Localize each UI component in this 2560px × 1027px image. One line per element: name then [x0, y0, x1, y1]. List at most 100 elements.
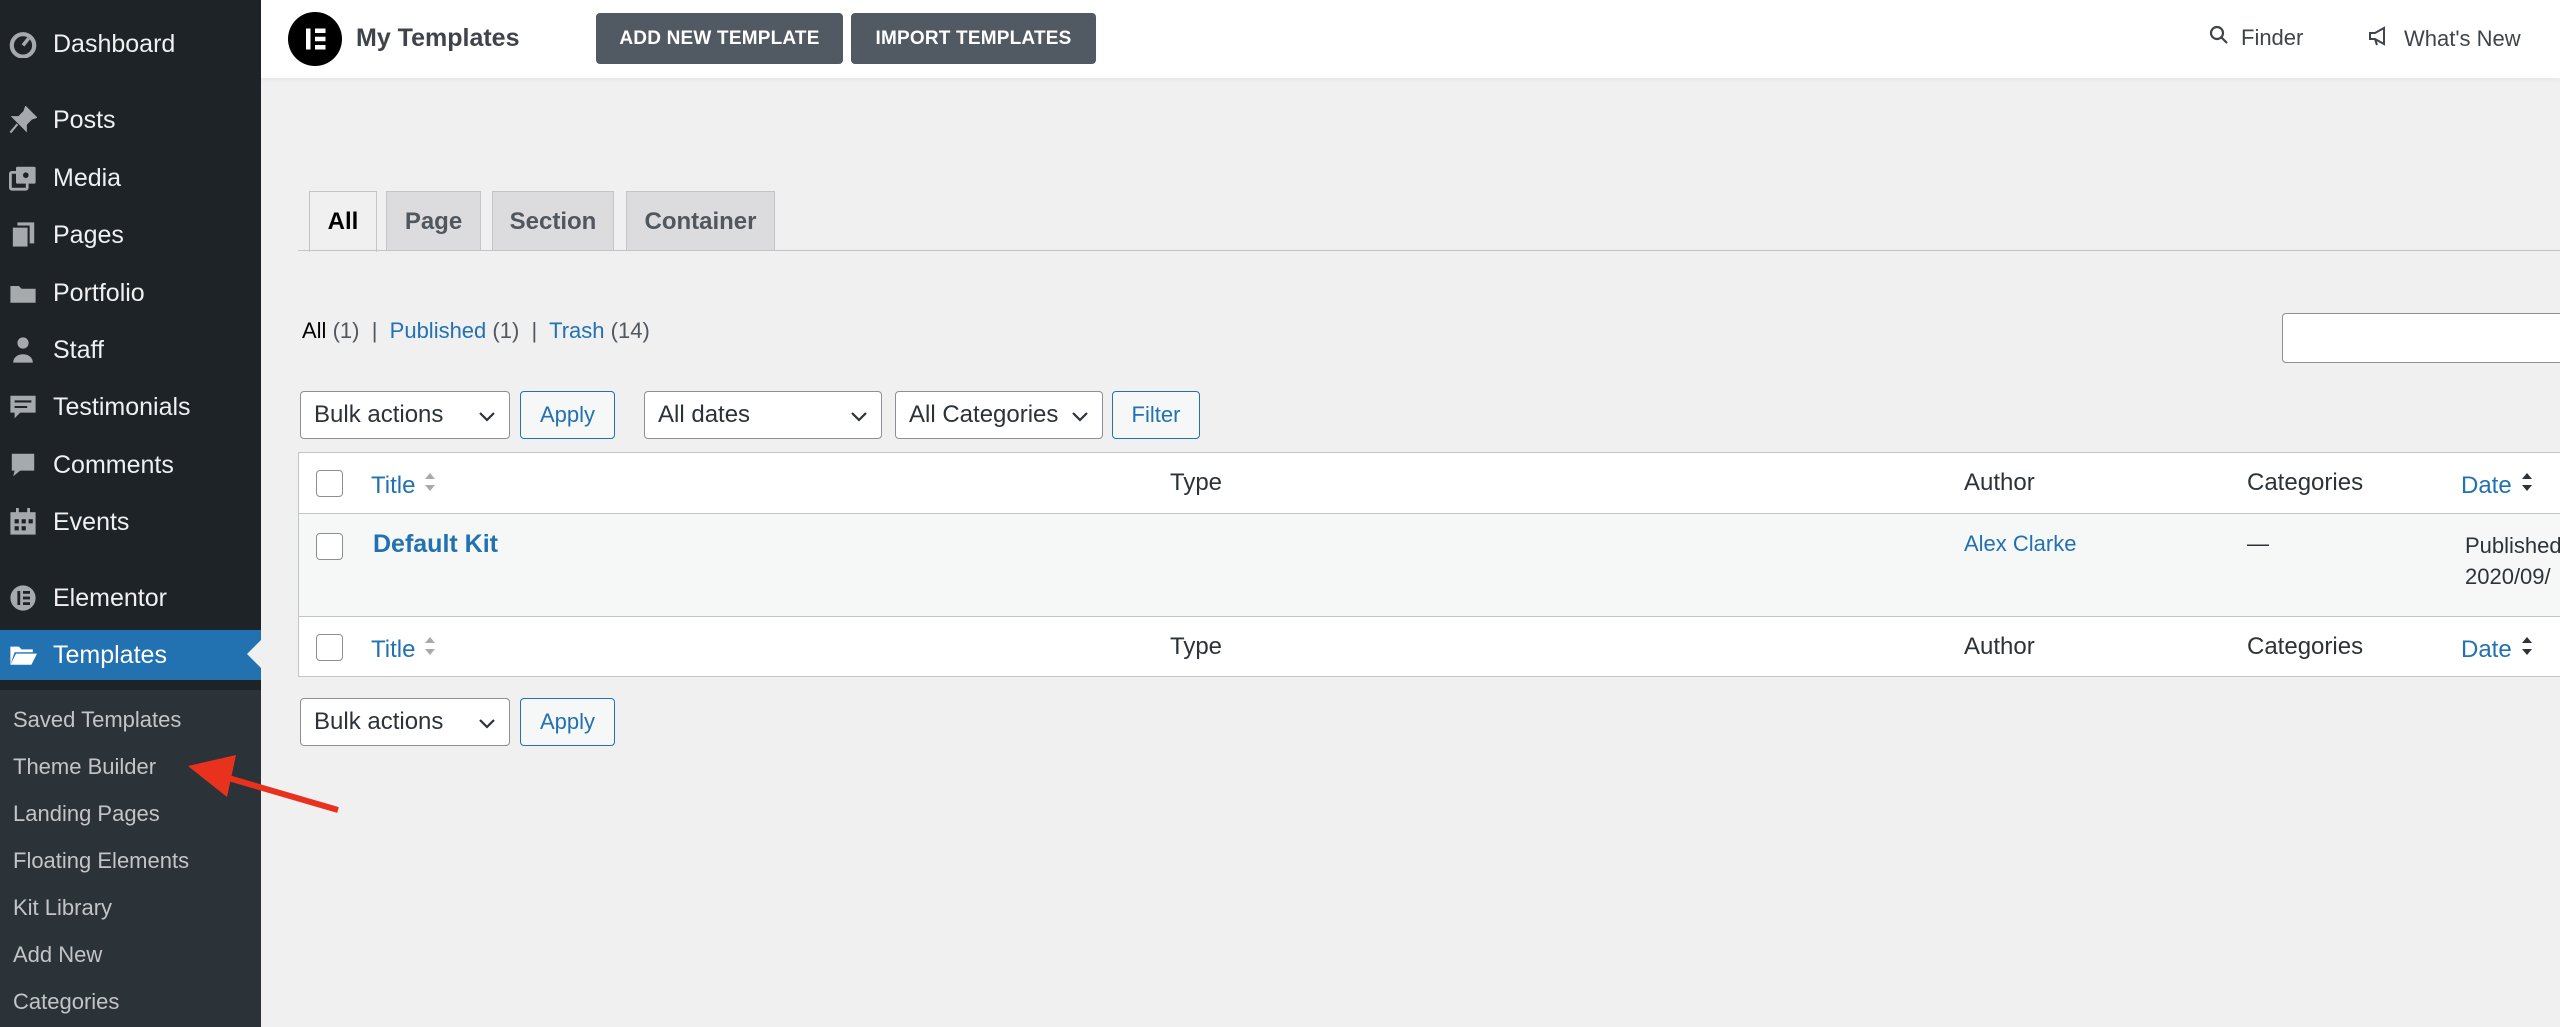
chevron-down-icon [477, 712, 497, 740]
column-date-sort[interactable]: Date [2461, 469, 2534, 502]
folder-icon [8, 278, 38, 308]
tab-page[interactable]: Page [386, 191, 481, 251]
row-date-value: 2020/09/ [2465, 564, 2551, 589]
row-categories: — [2247, 531, 2269, 556]
bulk-actions-value: Bulk actions [314, 708, 444, 735]
tab-container[interactable]: Container [626, 191, 775, 251]
bulk-actions-select-bottom[interactable]: Bulk actions [300, 698, 510, 746]
filter-button[interactable]: Filter [1112, 391, 1200, 439]
comment-icon [8, 450, 38, 480]
column-categories: Categories [2247, 469, 2364, 496]
search-input[interactable] [2282, 313, 2560, 363]
row-title-link[interactable]: Default Kit [373, 530, 498, 559]
chevron-down-icon [1070, 405, 1090, 433]
status-all-link[interactable]: All [302, 318, 326, 343]
sidebar-item-label: Media [53, 163, 122, 192]
status-filter-links: All (1) | Published (1) | Trash (14) [302, 318, 650, 344]
sidebar-item-label: Posts [53, 105, 116, 134]
sidebar-item-label: Templates [53, 640, 167, 669]
categories-value: All Categories [909, 401, 1059, 428]
submenu-theme-builder[interactable]: Theme Builder [13, 754, 156, 780]
sidebar-item-staff[interactable]: Staff [0, 325, 261, 375]
apply-button-bottom[interactable]: Apply [520, 698, 615, 746]
sidebar-item-posts[interactable]: Posts [0, 95, 261, 145]
table-header: Title Type Author Categories Date [299, 453, 2560, 514]
submenu-landing-pages[interactable]: Landing Pages [13, 801, 160, 827]
status-trash-link[interactable]: Trash [549, 318, 604, 343]
tab-divider [298, 250, 2560, 251]
categories-select[interactable]: All Categories [895, 391, 1103, 439]
sidebar-item-label: Events [53, 507, 130, 536]
sidebar-item-label: Pages [53, 220, 124, 249]
testimonial-icon [8, 392, 38, 422]
submenu-saved-templates[interactable]: Saved Templates [13, 707, 181, 733]
sidebar-item-elementor[interactable]: Elementor [0, 573, 261, 623]
tab-all[interactable]: All [309, 191, 377, 252]
status-trash-count: (14) [610, 318, 650, 343]
sort-icon [423, 469, 437, 502]
dates-value: All dates [658, 401, 751, 428]
templates-table: Title Type Author Categories Date Defaul… [298, 452, 2560, 677]
row-date: Published 2020/09/ [2465, 530, 2560, 592]
column-author: Author [1964, 633, 2035, 660]
sidebar-item-templates[interactable]: Templates [0, 630, 261, 680]
column-categories: Categories [2247, 633, 2364, 660]
column-date-label: Date [2461, 635, 2512, 663]
calendar-icon [8, 507, 38, 537]
column-author: Author [1964, 469, 2035, 496]
finder-button[interactable]: Finder [2209, 25, 2303, 51]
megaphone-icon [2368, 25, 2392, 53]
select-all-checkbox[interactable] [316, 470, 343, 497]
sidebar-item-dashboard[interactable]: Dashboard [0, 19, 261, 69]
row-author-link[interactable]: Alex Clarke [1964, 531, 2076, 557]
table-row: Default Kit Alex Clarke — Published 2020… [299, 514, 2560, 616]
status-separator: | [371, 318, 378, 343]
elementor-icon [8, 583, 38, 613]
sort-desc-icon [2520, 633, 2534, 666]
import-templates-button[interactable]: IMPORT TEMPLATES [851, 13, 1096, 64]
sidebar-item-pages[interactable]: Pages [0, 210, 261, 260]
dates-select[interactable]: All dates [644, 391, 882, 439]
bulk-actions-select[interactable]: Bulk actions [300, 391, 510, 439]
tab-section[interactable]: Section [492, 191, 614, 251]
sidebar-item-media[interactable]: Media [0, 153, 261, 203]
sort-icon [423, 633, 437, 666]
submenu-categories[interactable]: Categories [13, 989, 119, 1015]
sidebar-item-label: Dashboard [53, 29, 176, 58]
sidebar-item-comments[interactable]: Comments [0, 440, 261, 490]
status-published-link[interactable]: Published [390, 318, 487, 343]
status-separator: | [531, 318, 538, 343]
whats-new-button[interactable]: What's New [2368, 25, 2521, 53]
column-title-sort[interactable]: Title [371, 469, 437, 502]
sidebar-item-label: Testimonials [53, 392, 191, 421]
row-checkbox[interactable] [316, 533, 343, 560]
finder-label: Finder [2241, 25, 2304, 50]
row-date-status: Published [2465, 533, 2560, 558]
submenu-floating-elements[interactable]: Floating Elements [13, 848, 189, 874]
column-title-label: Title [371, 635, 416, 663]
admin-sidebar: Dashboard Posts Media Pages Portfolio St… [0, 0, 261, 1027]
column-title-sort[interactable]: Title [371, 633, 437, 666]
pin-icon [8, 105, 38, 135]
person-icon [8, 335, 38, 365]
search-icon [2209, 25, 2229, 51]
whats-new-label: What's New [2404, 26, 2521, 51]
sidebar-item-events[interactable]: Events [0, 497, 261, 547]
select-all-checkbox[interactable] [316, 634, 343, 661]
sidebar-item-testimonials[interactable]: Testimonials [0, 382, 261, 432]
elementor-top-bar: My Templates ADD NEW TEMPLATE IMPORT TEM… [261, 0, 2560, 78]
status-all-count: (1) [332, 318, 360, 343]
chevron-down-icon [849, 405, 869, 433]
sidebar-item-label: Comments [53, 450, 174, 479]
submenu-add-new[interactable]: Add New [13, 942, 102, 968]
submenu-kit-library[interactable]: Kit Library [13, 895, 112, 921]
page-title: My Templates [356, 24, 520, 52]
elementor-logo-icon [288, 12, 342, 66]
add-new-template-button[interactable]: ADD NEW TEMPLATE [596, 13, 843, 64]
column-date-sort[interactable]: Date [2461, 633, 2534, 666]
column-title-label: Title [371, 471, 416, 499]
sidebar-item-portfolio[interactable]: Portfolio [0, 268, 261, 318]
apply-button[interactable]: Apply [520, 391, 615, 439]
sort-desc-icon [2520, 469, 2534, 502]
column-type: Type [1170, 469, 1223, 496]
